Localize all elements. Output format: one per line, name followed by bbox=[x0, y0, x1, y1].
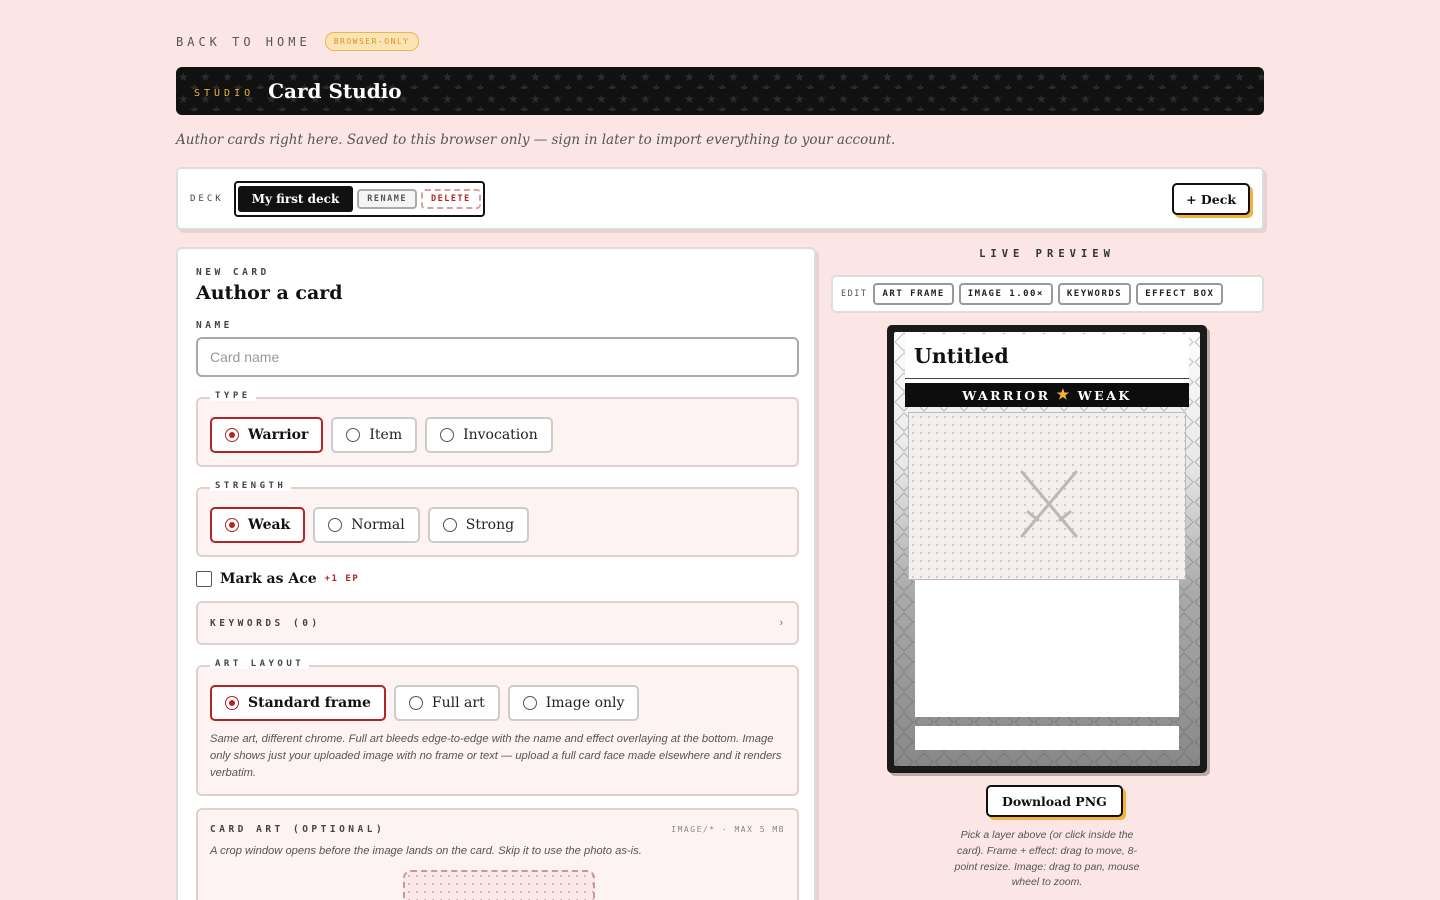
art-layout-fieldset: ART LAYOUT Standard frame Full art Image… bbox=[196, 659, 799, 796]
card-art-help: A crop window opens before the image lan… bbox=[210, 845, 642, 857]
type-option-label: Invocation bbox=[463, 427, 538, 443]
editor-heading: Author a card bbox=[196, 282, 343, 304]
star-icon: ★ bbox=[1056, 387, 1072, 403]
deck-selector: My first deck RENAME DELETE bbox=[233, 180, 485, 217]
type-option-item[interactable]: Item bbox=[331, 417, 418, 453]
art-layout-option-full-art[interactable]: Full art bbox=[393, 685, 500, 721]
strength-option-strong[interactable]: Strong bbox=[427, 507, 530, 543]
card-art-limit: IMAGE/* · MAX 5 MB bbox=[671, 825, 785, 834]
edit-layer-bar: EDIT ART FRAME IMAGE 1.00× KEYWORDS EFFE… bbox=[831, 275, 1264, 313]
page-subtitle: Author cards right here. Saved to this b… bbox=[176, 132, 896, 148]
art-layout-help: Same art, different chrome. Full art ble… bbox=[210, 733, 782, 779]
ace-checkbox[interactable] bbox=[196, 571, 212, 587]
strength-option-label: Weak bbox=[248, 517, 291, 533]
card-effect-box[interactable] bbox=[915, 580, 1179, 717]
preview-help: Pick a layer above (or click inside the … bbox=[954, 829, 1140, 889]
deck-bar: DECK My first deck RENAME DELETE + Deck bbox=[176, 167, 1264, 230]
type-option-warrior[interactable]: Warrior bbox=[210, 417, 324, 453]
keywords-label: KEYWORDS (0) bbox=[210, 617, 321, 629]
editor-eyebrow: NEW CARD bbox=[196, 267, 270, 278]
ace-row: Mark as Ace +1 EP bbox=[196, 571, 796, 587]
card-type-bar: WARRIOR ★ WEAK bbox=[905, 383, 1189, 407]
type-fieldset: TYPE Warrior Item Invocation bbox=[196, 391, 799, 467]
card-strength: WEAK bbox=[1077, 387, 1132, 403]
art-layout-option-standard[interactable]: Standard frame bbox=[210, 685, 386, 721]
strength-option-label: Strong bbox=[465, 517, 515, 533]
radio-icon bbox=[440, 428, 455, 442]
art-layout-option-label: Standard frame bbox=[248, 695, 371, 711]
edit-keywords-button[interactable]: KEYWORDS bbox=[1057, 283, 1132, 305]
rename-deck-button[interactable]: RENAME bbox=[357, 188, 418, 209]
strength-legend: STRENGTH bbox=[210, 481, 292, 491]
studio-tag: STUDIO bbox=[194, 87, 255, 99]
browser-only-badge: BROWSER-ONLY bbox=[324, 32, 419, 51]
card-type: WARRIOR bbox=[962, 387, 1051, 403]
edit-image-button[interactable]: IMAGE 1.00× bbox=[958, 283, 1053, 305]
radio-icon bbox=[522, 696, 537, 710]
card-divider bbox=[905, 378, 1189, 379]
deck-current-button[interactable]: My first deck bbox=[237, 185, 354, 212]
edit-art-frame-button[interactable]: ART FRAME bbox=[873, 283, 954, 305]
radio-selected-icon bbox=[225, 696, 239, 710]
live-preview-label: LIVE PREVIEW bbox=[979, 248, 1115, 260]
card-frame[interactable]: Untitled WARRIOR ★ WEAK bbox=[894, 332, 1200, 766]
back-to-home-link[interactable]: BACK TO HOME bbox=[176, 35, 311, 49]
strength-fieldset: STRENGTH Weak Normal Strong bbox=[196, 481, 799, 557]
art-layout-option-label: Full art bbox=[431, 695, 485, 711]
radio-icon bbox=[346, 428, 361, 442]
radio-icon bbox=[328, 518, 343, 532]
type-legend: TYPE bbox=[210, 391, 256, 401]
image-dropzone[interactable] bbox=[403, 870, 595, 900]
page-title: Card Studio bbox=[268, 79, 402, 103]
ace-bonus: +1 EP bbox=[324, 574, 360, 584]
keywords-toggle[interactable]: KEYWORDS (0) › bbox=[196, 601, 799, 645]
radio-selected-icon bbox=[225, 428, 239, 442]
radio-icon bbox=[442, 518, 457, 532]
card-preview[interactable]: Untitled WARRIOR ★ WEAK bbox=[887, 325, 1207, 773]
type-option-label: Item bbox=[369, 427, 403, 443]
card-footer-strip bbox=[915, 726, 1179, 750]
name-label: NAME bbox=[196, 320, 233, 331]
strength-option-label: Normal bbox=[351, 517, 405, 533]
card-art-placeholder[interactable] bbox=[908, 412, 1186, 580]
edit-label: EDIT bbox=[841, 289, 868, 299]
type-option-label: Warrior bbox=[248, 427, 309, 443]
crossed-swords-icon bbox=[1020, 470, 1078, 538]
strength-option-weak[interactable]: Weak bbox=[210, 507, 306, 543]
card-editor-panel: NEW CARD Author a card NAME TYPE Warrior… bbox=[176, 247, 816, 900]
card-name: Untitled bbox=[914, 344, 1009, 368]
art-layout-option-image-only[interactable]: Image only bbox=[507, 685, 640, 721]
ace-label[interactable]: Mark as Ace bbox=[220, 571, 317, 587]
studio-banner: ★ ★ STUDIO Card Studio bbox=[176, 67, 1264, 115]
card-art-label: CARD ART (OPTIONAL) bbox=[210, 824, 386, 835]
radio-icon bbox=[408, 696, 423, 710]
art-layout-option-label: Image only bbox=[545, 695, 625, 711]
edit-effect-box-button[interactable]: EFFECT BOX bbox=[1136, 283, 1224, 305]
art-layout-legend: ART LAYOUT bbox=[210, 659, 310, 669]
type-option-invocation[interactable]: Invocation bbox=[425, 417, 553, 453]
card-name-input[interactable] bbox=[196, 337, 799, 377]
deck-label: DECK bbox=[190, 193, 224, 204]
chevron-right-icon: › bbox=[779, 617, 783, 629]
card-art-section: CARD ART (OPTIONAL) IMAGE/* · MAX 5 MB A… bbox=[196, 808, 799, 900]
add-deck-button[interactable]: + Deck bbox=[1172, 183, 1250, 215]
delete-deck-button[interactable]: DELETE bbox=[421, 188, 481, 209]
strength-option-normal[interactable]: Normal bbox=[313, 507, 420, 543]
top-bar: BACK TO HOME BROWSER-ONLY bbox=[176, 32, 419, 51]
radio-selected-icon bbox=[225, 518, 239, 532]
download-png-button[interactable]: Download PNG bbox=[986, 785, 1123, 817]
